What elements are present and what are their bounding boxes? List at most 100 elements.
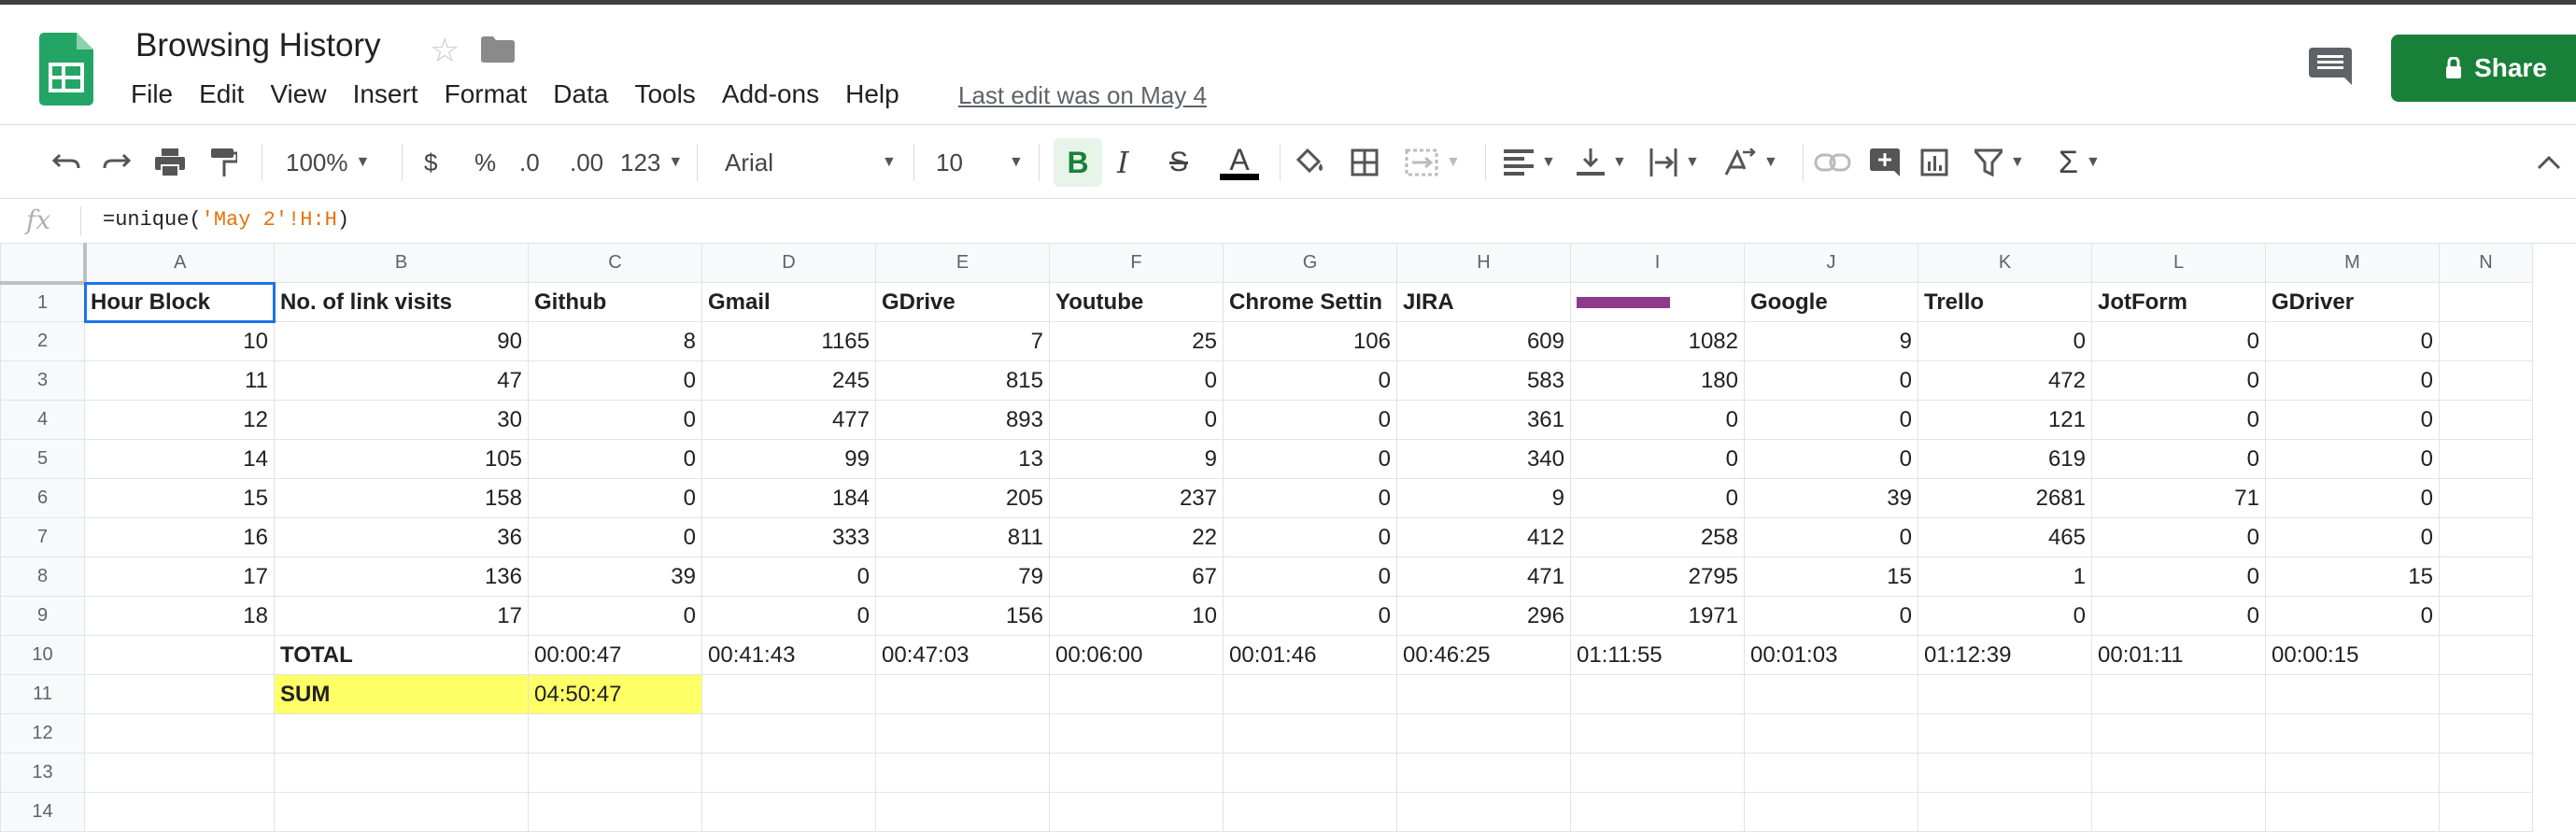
- cell[interactable]: [1918, 792, 2092, 832]
- cell[interactable]: 7: [875, 321, 1050, 361]
- cell[interactable]: 0: [1744, 439, 1918, 479]
- cell[interactable]: [274, 753, 529, 793]
- cell[interactable]: [84, 635, 275, 675]
- cell[interactable]: 10: [84, 321, 275, 361]
- cell[interactable]: 90: [274, 321, 529, 361]
- cell[interactable]: 25: [1049, 321, 1224, 361]
- print-icon[interactable]: [155, 125, 185, 200]
- column-header-d[interactable]: D: [701, 243, 876, 283]
- cell[interactable]: 0: [2091, 439, 2266, 479]
- fill-color-icon[interactable]: [1296, 125, 1326, 200]
- row-header[interactable]: 10: [0, 635, 85, 675]
- header-cell[interactable]: Google: [1744, 282, 1918, 322]
- cell[interactable]: 10: [1049, 596, 1224, 636]
- cell[interactable]: 477: [701, 400, 876, 440]
- cell[interactable]: [2439, 360, 2533, 401]
- cell[interactable]: 13: [875, 439, 1050, 479]
- cell[interactable]: [1744, 713, 1918, 754]
- select-all-corner[interactable]: [0, 243, 87, 285]
- cell[interactable]: [1570, 753, 1745, 793]
- total-cell[interactable]: 01:11:55: [1570, 635, 1745, 675]
- decrease-decimal-button[interactable]: .0: [519, 125, 540, 200]
- cell[interactable]: [84, 792, 275, 832]
- column-header-e[interactable]: E: [875, 243, 1050, 283]
- cell[interactable]: 39: [528, 557, 702, 597]
- cell[interactable]: [2091, 713, 2266, 754]
- cell[interactable]: 0: [528, 360, 702, 401]
- column-header-a[interactable]: A: [84, 243, 275, 283]
- cell[interactable]: [1744, 753, 1918, 793]
- column-header-i[interactable]: I: [1570, 243, 1745, 283]
- vertical-align-icon[interactable]: ▼: [1577, 125, 1627, 200]
- formula-input[interactable]: =unique('May 2'!H:H): [103, 208, 349, 232]
- cell[interactable]: [875, 792, 1050, 832]
- total-label[interactable]: TOTAL: [274, 635, 529, 675]
- cell[interactable]: 0: [1570, 439, 1745, 479]
- cell[interactable]: [2439, 596, 2533, 636]
- cell[interactable]: 105: [274, 439, 529, 479]
- cell[interactable]: 0: [1049, 400, 1224, 440]
- cell[interactable]: 0: [2091, 517, 2266, 557]
- cell[interactable]: 0: [1223, 360, 1397, 401]
- cell[interactable]: 0: [1744, 400, 1918, 440]
- header-cell[interactable]: JotForm: [2091, 282, 2266, 322]
- cell[interactable]: 0: [528, 596, 702, 636]
- cell[interactable]: [1570, 792, 1745, 832]
- cell[interactable]: 18: [84, 596, 275, 636]
- cell[interactable]: 412: [1396, 517, 1571, 557]
- cell[interactable]: [2439, 439, 2533, 479]
- row-header[interactable]: 5: [0, 439, 85, 479]
- cell[interactable]: 15: [84, 478, 275, 518]
- cell[interactable]: [1396, 753, 1571, 793]
- cell[interactable]: 0: [2265, 321, 2440, 361]
- currency-format-button[interactable]: $: [424, 125, 437, 200]
- cell[interactable]: [2439, 713, 2533, 754]
- cell[interactable]: [1049, 753, 1224, 793]
- cell[interactable]: 0: [2091, 360, 2266, 401]
- row-header[interactable]: 4: [0, 400, 85, 440]
- font-size-select[interactable]: 10 ▼: [936, 125, 1024, 200]
- cell[interactable]: 237: [1049, 478, 1224, 518]
- total-cell[interactable]: 00:01:46: [1223, 635, 1397, 675]
- total-cell[interactable]: 00:46:25: [1396, 635, 1571, 675]
- menu-view[interactable]: View: [270, 79, 326, 109]
- row-header[interactable]: 11: [0, 674, 85, 714]
- cell[interactable]: 2681: [1918, 478, 2092, 518]
- text-wrapping-icon[interactable]: ▼: [1649, 125, 1700, 200]
- borders-icon[interactable]: [1351, 125, 1379, 200]
- cell[interactable]: 0: [2265, 517, 2440, 557]
- document-title[interactable]: Browsing History: [135, 27, 381, 64]
- cell[interactable]: [701, 713, 876, 754]
- cell[interactable]: 0: [1223, 478, 1397, 518]
- redo-icon[interactable]: [103, 125, 131, 200]
- header-cell[interactable]: Gmail: [701, 282, 876, 322]
- collapse-toolbar-icon[interactable]: [2537, 125, 2561, 200]
- cell[interactable]: [274, 792, 529, 832]
- cell[interactable]: 156: [875, 596, 1050, 636]
- header-cell[interactable]: No. of link visits: [274, 282, 529, 322]
- total-cell[interactable]: 00:01:03: [1744, 635, 1918, 675]
- column-header-b[interactable]: B: [274, 243, 529, 283]
- cell[interactable]: 17: [274, 596, 529, 636]
- header-cell[interactable]: GDrive: [875, 282, 1050, 322]
- cell[interactable]: 0: [2265, 439, 2440, 479]
- cell[interactable]: [1396, 713, 1571, 754]
- menu-data[interactable]: Data: [553, 79, 608, 109]
- cell[interactable]: [2439, 557, 2533, 597]
- cell[interactable]: 205: [875, 478, 1050, 518]
- sum-label[interactable]: SUM: [274, 674, 529, 714]
- cell[interactable]: 1082: [1570, 321, 1745, 361]
- cell[interactable]: 184: [701, 478, 876, 518]
- cell[interactable]: [2265, 674, 2440, 714]
- star-icon[interactable]: ☆: [430, 31, 460, 70]
- cell[interactable]: 36: [274, 517, 529, 557]
- menu-file[interactable]: File: [131, 79, 173, 109]
- cell[interactable]: 340: [1396, 439, 1571, 479]
- menu-format[interactable]: Format: [445, 79, 528, 109]
- cell[interactable]: [875, 713, 1050, 754]
- cell[interactable]: [701, 753, 876, 793]
- cell[interactable]: 0: [1918, 596, 2092, 636]
- cell[interactable]: [528, 792, 702, 832]
- cell[interactable]: [528, 753, 702, 793]
- sheets-logo-icon[interactable]: [39, 33, 93, 106]
